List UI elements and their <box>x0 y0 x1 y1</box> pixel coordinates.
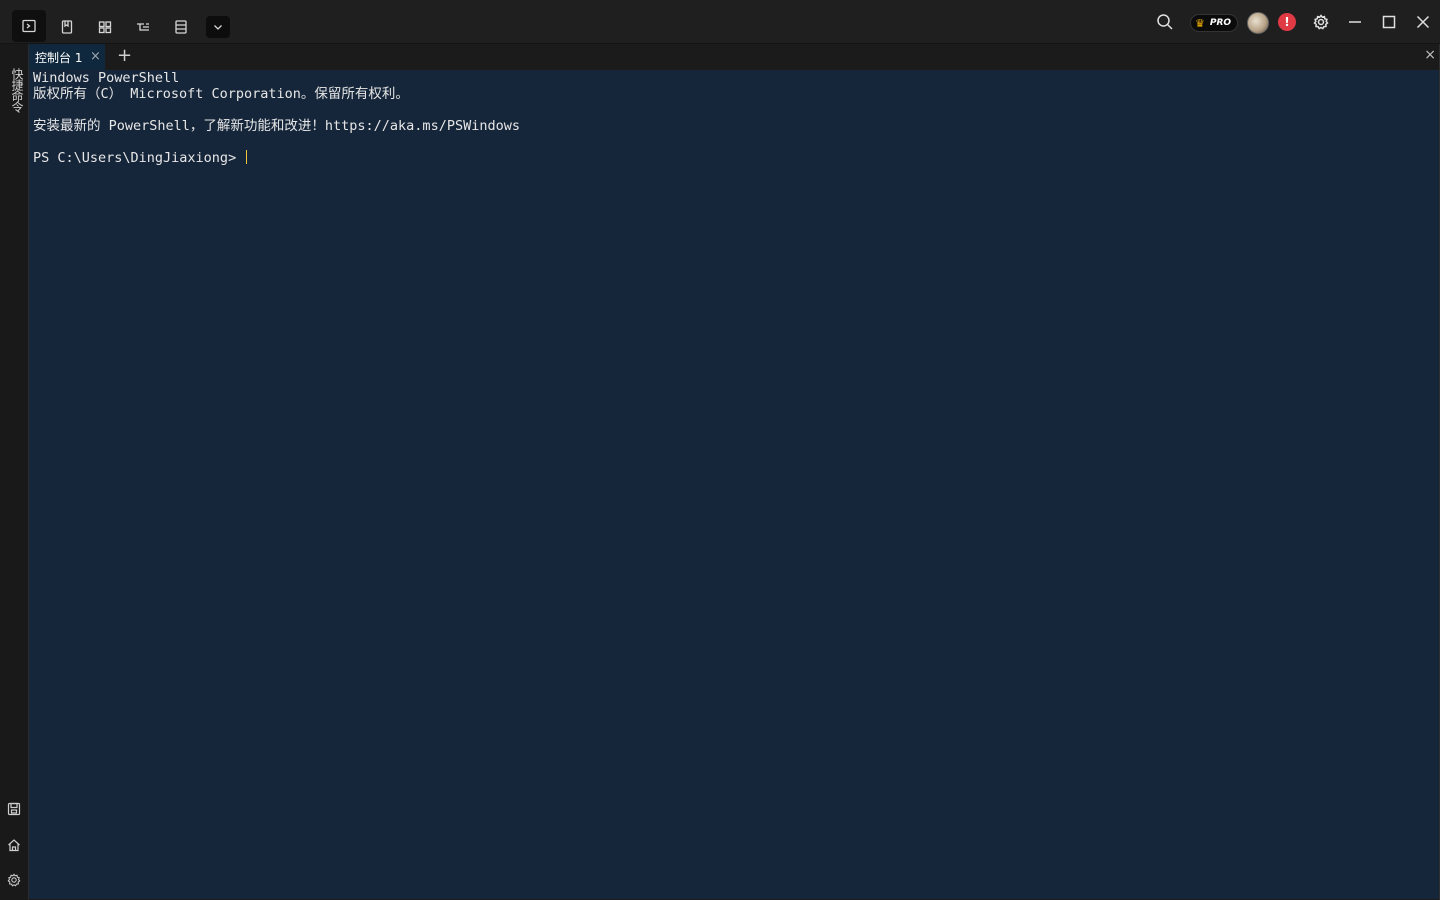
tab-label: 控制台 1 <box>35 50 83 65</box>
terminal-line: 版权所有（C） Microsoft Corporation。保留所有权利。 <box>33 86 409 102</box>
prompt-line[interactable]: PS C:\Users\DingJiaxiong> <box>33 150 1435 166</box>
avatar[interactable] <box>1247 12 1269 34</box>
add-tab-button[interactable]: + <box>117 47 132 65</box>
crown-icon: ♛ <box>1195 16 1205 30</box>
search-icon[interactable] <box>1154 11 1176 33</box>
layout-icon[interactable] <box>93 15 117 39</box>
terminal-line: 安装最新的 PowerShell，了解新功能和改进！https://aka.ms… <box>33 118 520 134</box>
home-icon[interactable] <box>6 837 22 853</box>
gear-icon[interactable] <box>6 872 22 888</box>
tree-icon[interactable] <box>131 15 155 39</box>
alert-icon[interactable]: ! <box>1278 13 1296 31</box>
chevron-down-icon[interactable] <box>206 16 230 38</box>
bookmark-icon[interactable] <box>55 15 79 39</box>
prompt-text: PS C:\Users\DingJiaxiong> <box>33 150 245 166</box>
tab-strip: 控制台 1 × + × <box>29 44 1440 70</box>
terminal-output[interactable]: Windows PowerShell 版权所有（C） Microsoft Cor… <box>29 70 1439 899</box>
left-sidebar: 快捷命令 <box>0 44 29 900</box>
gear-icon[interactable] <box>1311 11 1331 33</box>
close-icon[interactable] <box>1413 11 1433 33</box>
title-bar: ♛ PRO ! <box>0 0 1440 44</box>
terminal-line: Windows PowerShell <box>33 70 180 86</box>
quick-commands-tab[interactable]: 快捷命令 <box>7 68 24 112</box>
tab-close-icon[interactable]: × <box>90 49 101 64</box>
list-icon[interactable] <box>169 15 193 39</box>
terminal-icon[interactable] <box>12 10 46 42</box>
pro-badge[interactable]: ♛ PRO <box>1190 14 1238 32</box>
save-icon[interactable] <box>6 801 22 817</box>
maximize-icon[interactable] <box>1379 11 1399 33</box>
pane-close-icon[interactable]: × <box>1424 48 1436 62</box>
tab-console-1[interactable]: 控制台 1 × <box>29 44 105 70</box>
minimize-icon[interactable] <box>1345 11 1365 33</box>
pro-label: PRO <box>1209 18 1232 28</box>
text-cursor <box>246 150 248 164</box>
